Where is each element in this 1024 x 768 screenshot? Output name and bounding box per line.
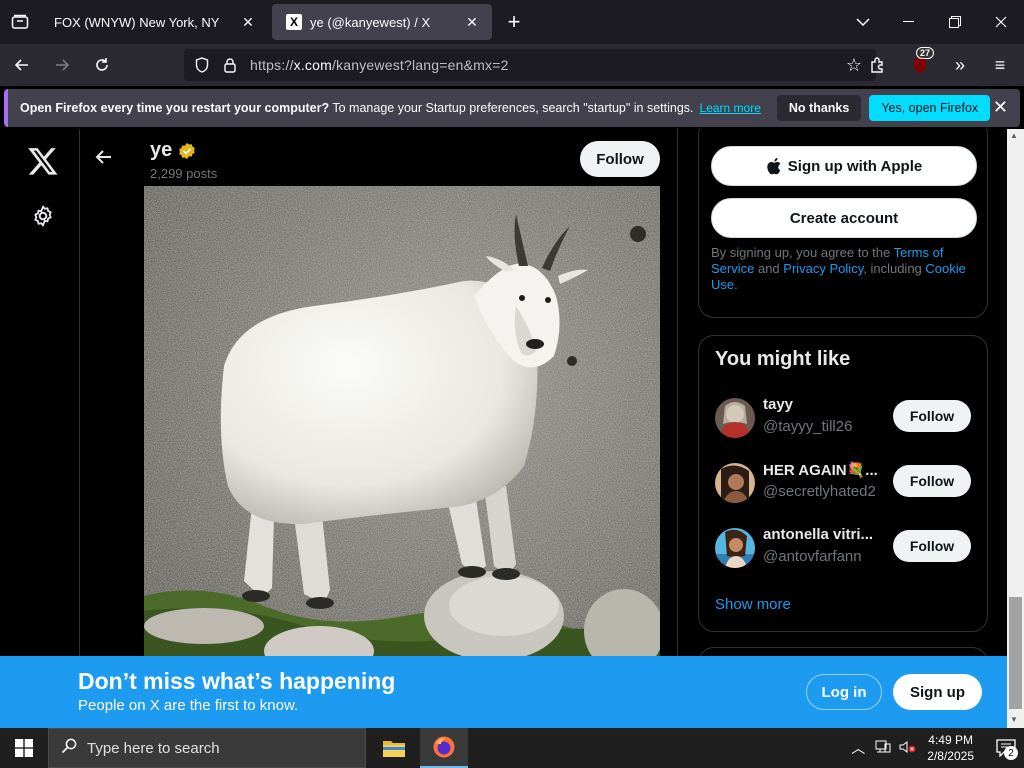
post-count: 2,299 posts xyxy=(150,166,218,181)
profile-column: ye 2,299 posts Follow xyxy=(80,129,678,728)
sign-up-with-apple-button[interactable]: Sign up with Apple xyxy=(711,146,977,186)
close-icon[interactable]: ✕ xyxy=(993,97,1008,118)
avatar[interactable] xyxy=(715,398,755,438)
left-nav xyxy=(0,129,80,728)
clock-date: 2/8/2025 xyxy=(927,749,974,763)
back-arrow-icon[interactable] xyxy=(94,147,116,169)
volume-muted-icon[interactable] xyxy=(899,740,917,757)
apple-icon xyxy=(767,157,781,175)
tab-title: FOX (WNYW) New York, NY xyxy=(54,14,220,30)
log-in-button[interactable]: Log in xyxy=(806,674,882,710)
new-tab-button[interactable]: + xyxy=(494,4,534,40)
more-tools-icon[interactable]: » xyxy=(942,49,978,81)
x-page: ye 2,299 posts Follow Sign up with Apple… xyxy=(0,129,1007,728)
right-sidebar: Sign up with Apple Create account By sig… xyxy=(698,129,988,728)
suggestion-item[interactable]: antonella vitri... @antovfarfann Follow xyxy=(715,524,975,570)
section-title: You might like xyxy=(715,348,851,370)
settings-gear-icon[interactable] xyxy=(31,204,55,228)
show-hidden-icons-icon[interactable]: ︿ xyxy=(851,738,865,758)
signup-card: Sign up with Apple Create account By sig… xyxy=(698,129,988,318)
search-placeholder: Type here to search xyxy=(87,739,220,757)
notification-message: Open Firefox every time you restart your… xyxy=(20,101,694,115)
taskbar-search-input[interactable]: Type here to search xyxy=(48,728,366,768)
suggestion-handle: @antovfarfann xyxy=(763,548,862,565)
windows-taskbar: Type here to search ︿ 4:49 PM 2/8/2025 2 xyxy=(0,728,1024,768)
startup-notification-bar: Open Firefox every time you restart your… xyxy=(4,89,1020,127)
extension-badge: 27 xyxy=(915,47,934,59)
tab-x-profile[interactable]: X ye (@kanyewest) / X ✕ xyxy=(272,4,492,40)
notification-count-badge: 2 xyxy=(1004,746,1018,760)
yes-open-firefox-button[interactable]: Yes, open Firefox xyxy=(869,95,991,121)
verified-badge-icon xyxy=(179,142,196,159)
tab-fox[interactable]: FOX (WNYW) New York, NY ✕ xyxy=(40,4,268,40)
lock-icon[interactable] xyxy=(216,49,244,81)
extensions-icon[interactable] xyxy=(860,49,896,81)
list-all-tabs-icon[interactable] xyxy=(840,0,886,44)
search-icon xyxy=(61,738,77,759)
firefox-view-icon[interactable] xyxy=(0,0,40,44)
no-thanks-button[interactable]: No thanks xyxy=(776,95,862,121)
profile-name: ye xyxy=(150,139,196,162)
app-menu-icon[interactable]: ≡ xyxy=(982,49,1018,81)
follow-button[interactable]: Follow xyxy=(893,400,971,432)
suggestion-item[interactable]: tayy @tayyy_till26 Follow xyxy=(715,394,975,440)
scroll-thumb[interactable] xyxy=(1009,597,1022,709)
suggestion-item[interactable]: HER AGAIN💐... @secretlyhated2 Follow xyxy=(715,459,975,505)
back-icon[interactable] xyxy=(4,49,40,81)
url-text: https://x.com/kanyewest?lang=en&mx=2 xyxy=(250,57,509,73)
ublock-extension-icon[interactable]: 27 xyxy=(902,47,938,81)
reload-icon[interactable] xyxy=(84,49,120,81)
nav-toolbar: https://x.com/kanyewest?lang=en&mx=2 ☆ 2… xyxy=(0,44,1024,86)
close-window-button[interactable] xyxy=(978,0,1024,44)
privacy-policy-link[interactable]: Privacy Policy xyxy=(783,261,863,276)
close-tab-icon[interactable]: ✕ xyxy=(238,12,258,32)
suggestion-name: tayy xyxy=(763,396,794,413)
x-favicon-icon: X xyxy=(286,14,302,30)
suggestion-handle: @tayyy_till26 xyxy=(763,418,853,435)
action-center-icon[interactable]: 2 xyxy=(988,728,1024,768)
file-explorer-icon[interactable] xyxy=(370,728,418,768)
forward-icon[interactable] xyxy=(44,49,80,81)
x-logo-icon[interactable] xyxy=(27,145,59,177)
suggestion-handle: @secretlyhated2 xyxy=(763,483,876,500)
minimize-button[interactable] xyxy=(886,0,932,44)
avatar[interactable] xyxy=(715,463,755,503)
profile-banner-image[interactable] xyxy=(144,186,660,666)
system-tray: ︿ 4:49 PM 2/8/2025 2 xyxy=(851,728,1024,768)
create-account-button[interactable]: Create account xyxy=(711,198,977,238)
suggestion-name: HER AGAIN💐... xyxy=(763,462,878,479)
scroll-up-icon[interactable]: ▲ xyxy=(1010,131,1018,140)
clock-time: 4:49 PM xyxy=(928,733,973,747)
windows-start-icon[interactable] xyxy=(0,728,48,768)
suggestion-name: antonella vitri... xyxy=(763,526,874,543)
follow-button[interactable]: Follow xyxy=(893,530,971,562)
sign-up-button[interactable]: Sign up xyxy=(893,674,982,710)
you-might-like-card: You might like tayy @tayyy_till26 Follow… xyxy=(698,335,988,632)
learn-more-link[interactable]: Learn more xyxy=(700,101,761,115)
login-banner: Don’t miss what’s happening People on X … xyxy=(0,656,1007,728)
tab-title: ye (@kanyewest) / X xyxy=(310,14,431,30)
banner-subtext: People on X are the first to know. xyxy=(78,697,299,714)
tab-strip: FOX (WNYW) New York, NY ✕ X ye (@kanyewe… xyxy=(0,0,1024,44)
url-bar[interactable]: https://x.com/kanyewest?lang=en&mx=2 ☆ xyxy=(184,49,876,81)
follow-button[interactable]: Follow xyxy=(893,465,971,497)
tracking-shield-icon[interactable] xyxy=(188,49,216,81)
follow-button[interactable]: Follow xyxy=(580,141,660,177)
show-more-link[interactable]: Show more xyxy=(715,596,791,613)
clock[interactable]: 4:49 PM 2/8/2025 xyxy=(927,732,974,764)
banner-headline: Don’t miss what’s happening xyxy=(78,668,396,694)
restore-button[interactable] xyxy=(932,0,978,44)
close-tab-icon[interactable]: ✕ xyxy=(462,12,482,32)
terms-text: By signing up, you agree to the Terms of… xyxy=(711,245,966,292)
network-icon[interactable] xyxy=(875,740,891,757)
page-scrollbar[interactable]: ▲ ▼ xyxy=(1007,129,1024,728)
avatar[interactable] xyxy=(715,528,755,568)
scroll-down-icon[interactable]: ▼ xyxy=(1010,715,1018,724)
firefox-taskbar-icon[interactable] xyxy=(420,728,468,768)
